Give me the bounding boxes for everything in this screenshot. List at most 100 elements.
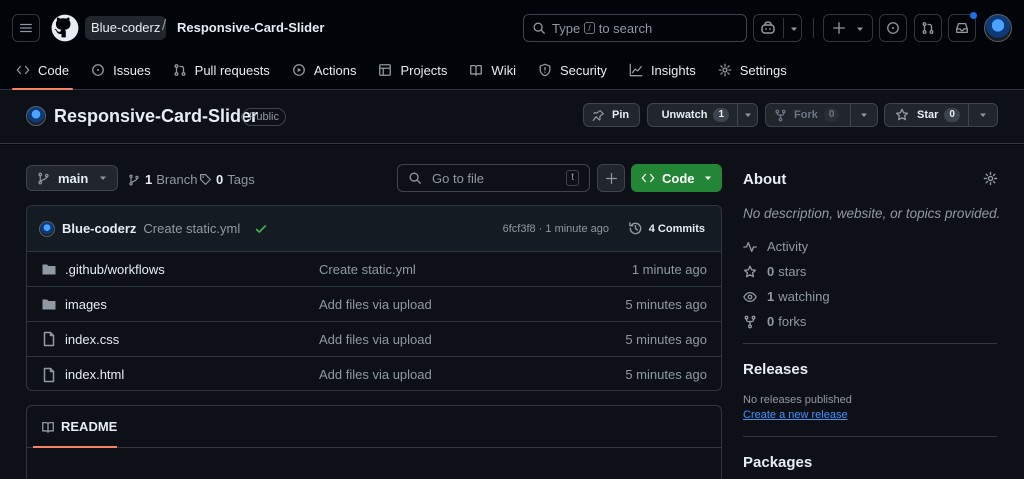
pin-icon [592,109,604,121]
watching-label: watching [778,289,830,304]
stars-label: stars [778,264,807,279]
stars-link[interactable]: 0 stars [743,264,806,279]
create-new-button[interactable] [823,14,873,42]
file-commit-message[interactable]: Add files via upload [319,297,432,312]
about-heading: About [743,171,787,188]
forks-link[interactable]: 0 forks [743,314,806,329]
tab-actions[interactable]: Actions [284,56,365,84]
star-dropdown[interactable] [968,104,997,126]
file-row[interactable]: images Add files via upload 5 minutes ag… [27,287,721,322]
watch-label: Unwatch [661,109,708,121]
tab-insights[interactable]: Insights [621,56,704,84]
commit-message[interactable]: Create static.yml [143,221,240,236]
eye-icon [656,114,657,116]
notification-indicator [970,12,977,19]
tag-icon [200,174,211,185]
watch-button[interactable]: Unwatch 1 [647,103,758,127]
eye-icon [743,291,757,302]
go-to-file-input[interactable]: Go to file t [397,164,590,192]
breadcrumb-separator: / [162,17,167,34]
copilot-button[interactable] [753,14,802,42]
releases-heading[interactable]: Releases [743,361,808,378]
commits-history-link[interactable]: 4 Commits [628,221,705,236]
tab-issues[interactable]: Issues [83,56,159,84]
readme-panel: README [26,405,722,479]
file-name[interactable]: images [65,297,107,312]
user-avatar[interactable] [984,14,1012,42]
gear-icon[interactable] [983,171,998,186]
tab-label: Security [559,62,607,78]
tab-wiki[interactable]: Wiki [461,56,524,84]
github-logo[interactable] [51,14,79,42]
search-icon [533,22,545,34]
watching-link[interactable]: 1 watching [743,289,830,304]
hamburger-icon [20,23,32,33]
triangle-down-icon [100,176,107,180]
latest-commit-row: Blue-coderz Create static.yml 6fcf3f8 · … [27,206,721,252]
star-button[interactable]: Star 0 [884,103,998,127]
tab-projects[interactable]: Projects [370,56,455,84]
file-commit-message[interactable]: Create static.yml [319,262,416,277]
breadcrumb-repo[interactable]: Responsive-Card-Slider [177,20,324,35]
triangle-down-icon [980,113,986,117]
add-file-button[interactable] [597,164,625,192]
file-name[interactable]: index.html [65,367,124,382]
repo-name[interactable]: Responsive-Card-Slider [54,106,258,127]
readme-tab[interactable]: README [27,406,721,448]
code-button-label: Code [662,170,695,186]
file-row[interactable]: .github/workflows Create static.yml 1 mi… [27,252,721,287]
tab-label: Code [38,62,70,78]
plus-icon [833,22,845,34]
file-name[interactable]: index.css [65,332,119,347]
code-dropdown-button[interactable]: Code [631,164,722,192]
create-release-link[interactable]: Create a new release [743,409,848,421]
triangle-down-icon [705,176,711,180]
commit-author-avatar[interactable] [39,220,55,237]
tab-settings[interactable]: Settings [710,56,795,84]
watch-count: 1 [713,108,729,122]
check-icon[interactable] [254,222,268,236]
file-name[interactable]: .github/workflows [65,262,165,277]
tab-label: Wiki [491,62,516,78]
plus-icon [605,172,617,184]
triangle-down-icon [857,27,863,31]
branch-select-button[interactable]: main [26,165,119,191]
fork-count: 0 [823,108,840,122]
file-row[interactable]: index.css Add files via upload 5 minutes… [27,322,721,357]
breadcrumb-owner[interactable]: Blue-coderz [85,16,167,40]
global-search-input[interactable]: Type / to search [523,14,747,42]
branches-link[interactable]: 1 Branch [128,172,197,187]
star-count: 0 [944,108,960,122]
file-row[interactable]: index.html Add files via upload 5 minute… [27,357,721,390]
packages-heading[interactable]: Packages [743,454,812,471]
commit-hash-and-time[interactable]: 6fcf3f8 · 1 minute ago [503,223,609,235]
tab-security[interactable]: Security [530,56,615,84]
pin-button[interactable]: Pin [583,103,640,127]
tab-label: Pull requests [194,62,270,78]
folder-icon [42,264,56,275]
search-suffix: to search [598,20,653,36]
tags-link[interactable]: 0 Tags [199,172,255,187]
menu-button[interactable] [12,14,40,42]
activity-link[interactable]: Activity [743,239,808,254]
issues-button[interactable] [879,14,907,42]
fork-dropdown[interactable] [850,104,877,126]
commit-author[interactable]: Blue-coderz [62,221,136,236]
star-segment[interactable]: Star 0 [885,104,968,126]
pull-requests-button[interactable] [914,14,942,42]
fork-segment[interactable]: Fork 0 [766,104,850,126]
file-commit-message[interactable]: Add files via upload [319,332,432,347]
repo-title-row: Responsive-Card-Slider Public Pin Unwatc… [0,90,1024,144]
fork-button[interactable]: Fork 0 [765,103,878,127]
copilot-icon [761,21,775,34]
tab-pull-requests[interactable]: Pull requests [165,56,278,84]
file-commit-message[interactable]: Add files via upload [319,367,432,382]
triangle-down-icon [745,113,751,117]
watch-dropdown[interactable] [737,104,758,126]
repo-owner-avatar[interactable] [26,106,46,126]
tab-code[interactable]: Code [8,56,77,90]
watch-segment[interactable]: Unwatch 1 [648,104,737,126]
inbox-icon [956,22,968,34]
git-pull-request-icon [922,22,934,34]
file-browser: Blue-coderz Create static.yml 6fcf3f8 · … [26,205,722,391]
